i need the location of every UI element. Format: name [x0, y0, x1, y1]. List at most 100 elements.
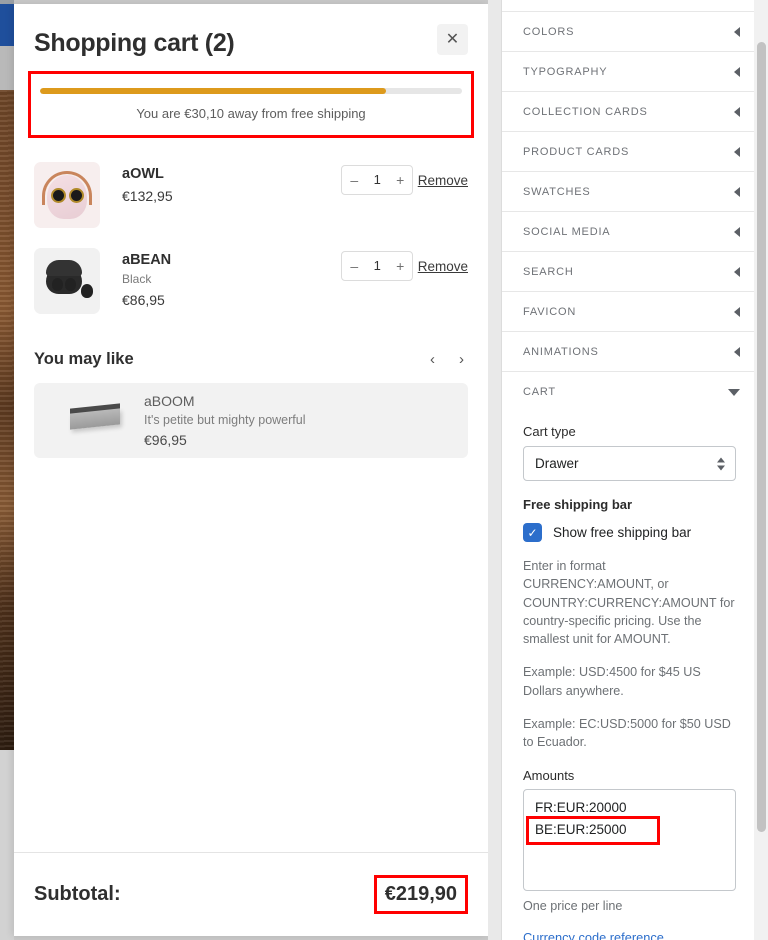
product-image-speaker — [48, 395, 138, 445]
chevron-down-icon — [728, 388, 740, 396]
sidebar-item-cart[interactable]: CART — [502, 372, 757, 412]
recommendations-header: You may like ‹ › — [34, 350, 468, 369]
recommendations-title: You may like — [34, 349, 134, 368]
cart-item-title[interactable]: aOWL — [122, 166, 341, 182]
earbud-right-shape — [65, 277, 76, 291]
help-text-example-2: Example: EC:USD:5000 for $50 USD to Ecua… — [523, 716, 731, 749]
close-icon[interactable]: ✕ — [437, 24, 468, 55]
checkmark-icon: ✓ — [523, 523, 542, 542]
show-free-shipping-bar-checkbox[interactable]: ✓ Show free shipping bar — [523, 523, 736, 542]
chevron-left-icon — [734, 346, 740, 357]
sidebar-item-label: SWATCHES — [523, 185, 591, 198]
sidebar-item-animations[interactable]: ANIMATIONS — [502, 332, 757, 372]
remove-item-link[interactable]: Remove — [418, 259, 468, 274]
chevron-left-icon — [734, 106, 740, 117]
quantity-value: 1 — [373, 172, 381, 187]
chevron-left-icon — [734, 66, 740, 77]
table-row: aOWL €132,95 – 1 + Remove — [34, 156, 468, 242]
table-row: aBEAN Black €86,95 – 1 + Remove — [34, 242, 468, 328]
preview-background-image — [0, 90, 14, 750]
subtotal-value: €219,90 — [384, 883, 457, 905]
product-image-owl[interactable] — [34, 161, 100, 228]
chevron-left-icon — [734, 266, 740, 277]
cart-settings-panel: Cart type Drawer Free shipping bar ✓ Sho… — [502, 412, 757, 940]
sidebar-item-previous[interactable] — [502, 0, 757, 12]
cart-footer: Subtotal: €219,90 — [14, 852, 488, 936]
free-shipping-bar-annotated: You are €30,10 away from free shipping — [28, 70, 474, 138]
chevron-left-icon — [734, 186, 740, 197]
free-shipping-progress-track — [40, 87, 462, 94]
free-shipping-progress-fill — [40, 87, 387, 94]
preview-background-blue-strip — [0, 4, 14, 46]
quantity-decrease-button[interactable]: – — [342, 252, 366, 280]
sidebar-item-product-cards[interactable]: PRODUCT CARDS — [502, 132, 757, 172]
chevron-left-icon — [734, 146, 740, 157]
sidebar-item-label: COLORS — [523, 25, 575, 38]
quantity-increase-button[interactable]: + — [388, 166, 412, 194]
checkbox-label: Show free shipping bar — [553, 525, 692, 540]
sidebar-item-favicon[interactable]: FAVICON — [502, 292, 757, 332]
earbud-left-shape — [52, 277, 63, 291]
page-title: Shopping cart (2) — [34, 29, 235, 57]
cart-type-select[interactable]: Drawer — [523, 446, 736, 481]
remove-item-link[interactable]: Remove — [418, 173, 468, 188]
sidebar-item-social-media[interactable]: SOCIAL MEDIA — [502, 212, 757, 252]
product-image-earbuds[interactable] — [34, 247, 100, 314]
cart-item-variant: Black — [122, 271, 152, 286]
help-text-example-1: Example: USD:4500 for $45 US Dollars any… — [523, 665, 701, 698]
sidebar-item-collection-cards[interactable]: COLLECTION CARDS — [502, 92, 757, 132]
owl-eye-right-shape — [69, 187, 84, 203]
cart-drawer-scroll: Shopping cart (2) ✕ You are €30,10 away … — [14, 4, 488, 852]
sidebar-item-label: CART — [523, 386, 556, 398]
sidebar-item-label: COLLECTION CARDS — [523, 105, 648, 118]
owl-eye-left-shape — [51, 187, 66, 203]
screen: Shopping cart (2) ✕ You are €30,10 away … — [0, 0, 768, 940]
amounts-textarea[interactable]: FR:EUR:20000 BE:EUR:25000 — [523, 789, 736, 892]
scrollbar-thumb[interactable] — [757, 42, 766, 832]
cart-drawer-header: Shopping cart (2) ✕ — [14, 4, 488, 58]
amounts-label: Amounts — [523, 768, 575, 784]
cart-item-price: €132,95 — [122, 187, 173, 204]
quantity-increase-button[interactable]: + — [388, 252, 412, 280]
earbud-loose-shape — [81, 283, 93, 298]
select-arrows-icon — [717, 457, 725, 470]
amounts-line-1: FR:EUR:20000 — [535, 800, 627, 816]
owl-headband-shape — [42, 170, 92, 205]
cart-item-price: €86,95 — [122, 291, 165, 308]
cart-type-value: Drawer — [535, 456, 579, 471]
currency-code-reference-link[interactable]: Currency code reference — [523, 930, 736, 940]
list-item[interactable]: aBOOM It's petite but mighty powerful €9… — [34, 382, 468, 458]
scrollbar-track[interactable] — [754, 0, 768, 940]
chevron-left-icon — [734, 226, 740, 237]
recommendation-title: aBOOM — [144, 392, 195, 409]
sidebar-item-swatches[interactable]: SWATCHES — [502, 172, 757, 212]
chevron-right-icon[interactable]: › — [455, 350, 468, 369]
free-shipping-message: You are €30,10 away from free shipping — [136, 105, 366, 121]
chevron-left-icon[interactable]: ‹ — [426, 350, 439, 369]
sidebar-item-label: ANIMATIONS — [523, 345, 599, 358]
cart-type-label: Cart type — [523, 424, 576, 439]
recommendations-section: You may like ‹ › aBOOM It's petite but m… — [14, 328, 488, 458]
subtotal-annotation: €219,90 — [373, 875, 468, 914]
cart-item-controls: – 1 + Remove — [341, 162, 468, 195]
quantity-stepper: – 1 + — [341, 164, 414, 195]
settings-sections: COLORS TYPOGRAPHY COLLECTION CARDS PRODU… — [502, 0, 757, 940]
sidebar-item-search[interactable]: SEARCH — [502, 252, 757, 292]
panel-divider — [488, 0, 502, 940]
cart-drawer: Shopping cart (2) ✕ You are €30,10 away … — [14, 4, 488, 936]
sidebar-item-typography[interactable]: TYPOGRAPHY — [502, 52, 757, 92]
theme-preview-area: Shopping cart (2) ✕ You are €30,10 away … — [0, 0, 500, 940]
quantity-decrease-button[interactable]: – — [342, 166, 366, 194]
cart-item-title[interactable]: aBEAN — [122, 252, 341, 268]
preview-background-bottom — [0, 750, 14, 940]
recommendation-description: It's petite but mighty powerful — [144, 412, 306, 427]
amounts-help-text: One price per line — [523, 899, 623, 914]
sidebar-item-colors[interactable]: COLORS — [502, 12, 757, 52]
recommendation-info: aBOOM It's petite but mighty powerful €9… — [138, 393, 306, 448]
chevron-left-icon — [734, 306, 740, 317]
subtotal-label: Subtotal: — [34, 883, 121, 905]
quantity-stepper: – 1 + — [341, 250, 414, 281]
amounts-line-2: BE:EUR:25000 — [526, 816, 660, 846]
cart-item-controls: – 1 + Remove — [341, 248, 468, 281]
recommendation-price: €96,95 — [144, 431, 187, 448]
